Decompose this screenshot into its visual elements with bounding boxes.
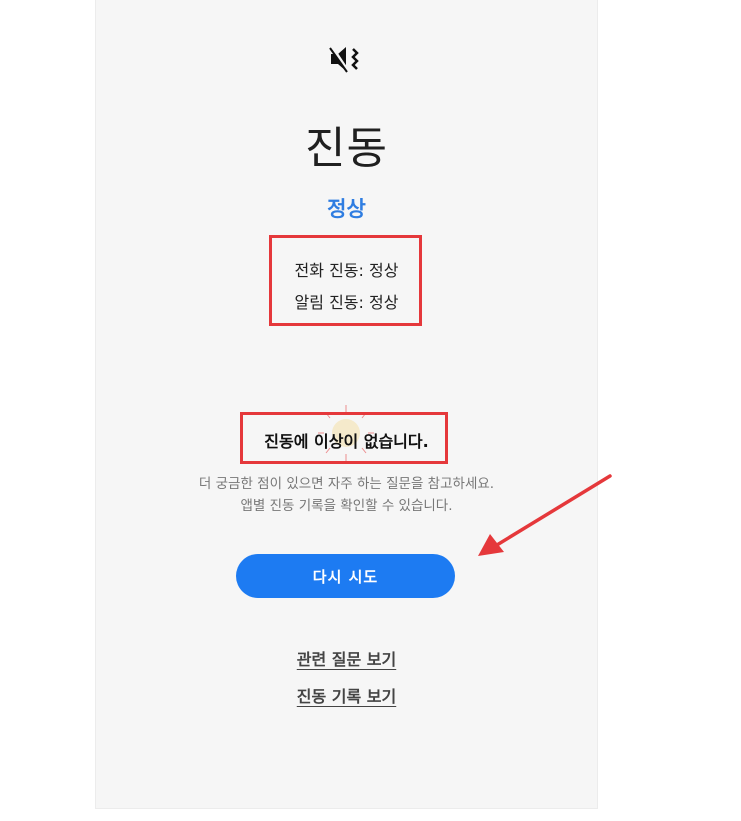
- phone-screen: 진동 정상 전화 진동: 정상 알림 진동: 정상 진동에 이상이 없습니다. …: [95, 0, 598, 809]
- status-text: 정상: [327, 197, 366, 221]
- vibrate-mute-icon: [328, 46, 359, 73]
- page-title: 진동: [305, 123, 388, 174]
- related-questions-link[interactable]: 관련 질문 보기: [96, 646, 597, 670]
- result-message: 진동에 이상이 없습니다.: [264, 432, 429, 451]
- retry-button[interactable]: 다시 시도: [236, 554, 455, 598]
- vibration-icon-wrapper: [96, 44, 597, 84]
- call-vibration-status: 전화 진동: 정상: [294, 261, 399, 280]
- notification-vibration-status: 알림 진동: 정상: [294, 293, 399, 312]
- vibration-history-link[interactable]: 진동 기록 보기: [96, 683, 597, 707]
- annotation-arrow-icon: [478, 474, 612, 556]
